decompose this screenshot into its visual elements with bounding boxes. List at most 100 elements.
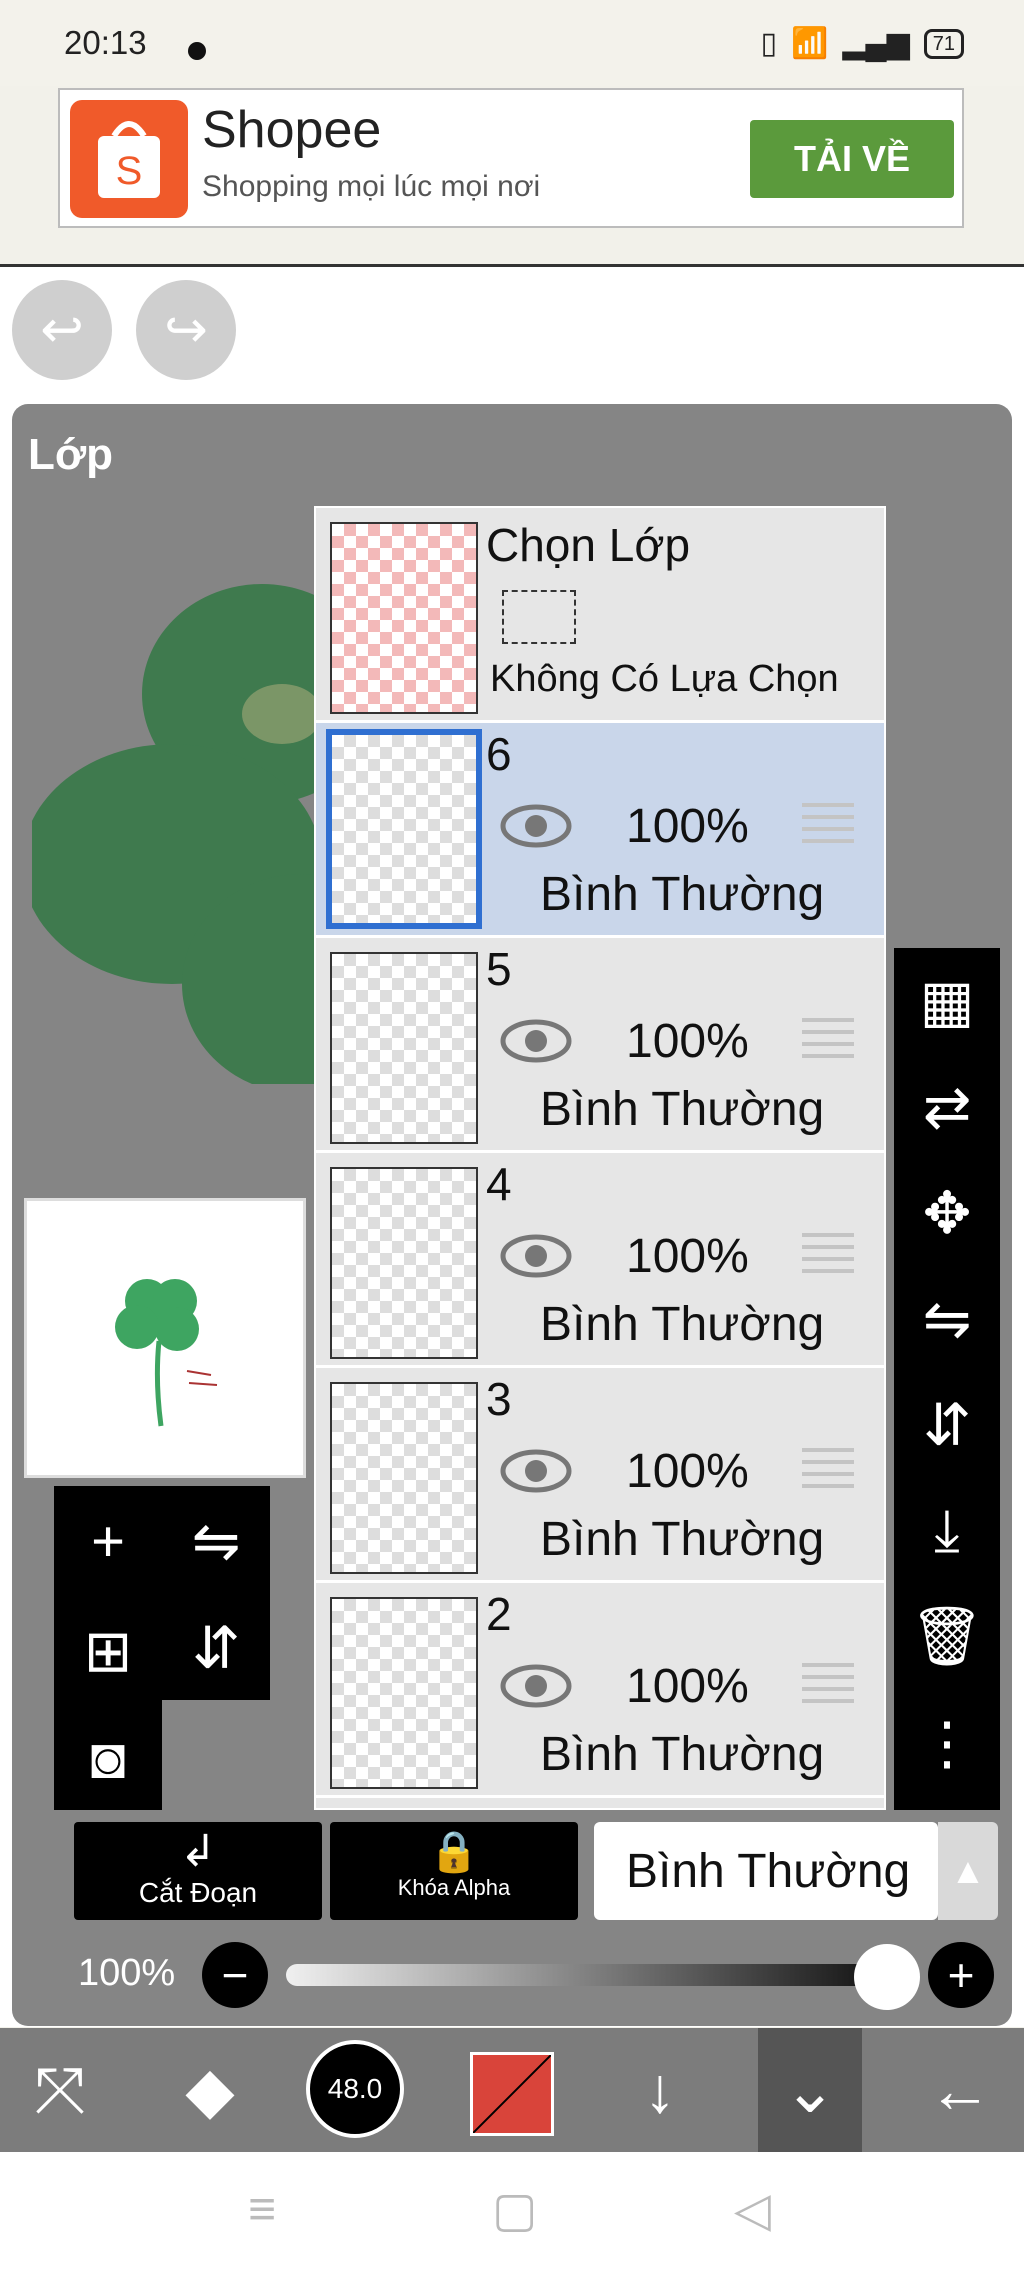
move-button[interactable]: ✥: [894, 1160, 1000, 1266]
checker-icon: ▦: [919, 969, 975, 1034]
layer-row[interactable]: 3 100% Bình Thường: [316, 1368, 884, 1583]
layer-opacity: 100%: [626, 1660, 749, 1713]
layer-row[interactable]: 5 100% Bình Thường: [316, 938, 884, 1153]
collapse-button[interactable]: ⌄: [758, 2028, 862, 2152]
layer-down-button[interactable]: ↓: [600, 2028, 720, 2152]
eraser-button[interactable]: ◆: [150, 2028, 270, 2152]
camera-icon: ◙: [90, 1725, 126, 1791]
blend-mode-arrow[interactable]: ▲: [938, 1822, 998, 1920]
eye-icon[interactable]: [500, 1233, 572, 1279]
undo-icon: ↩: [40, 301, 84, 359]
swap-layer-button[interactable]: ⇄: [894, 1054, 1000, 1160]
alpha-lock-button[interactable]: 🔒 Khóa Alpha: [330, 1822, 578, 1920]
home-nav-icon[interactable]: ▢: [492, 2182, 537, 2238]
layer-number: 6: [486, 728, 512, 780]
opacity-slider[interactable]: [286, 1964, 886, 1986]
layer-opacity: 100%: [626, 1445, 749, 1498]
drag-handle-icon[interactable]: [802, 1663, 854, 1707]
status-icons: ▯ 📶 ▂▄▆ 71: [760, 26, 964, 61]
blend-mode-select[interactable]: Bình Thường: [594, 1822, 938, 1920]
undo-button[interactable]: ↩: [12, 280, 112, 380]
chevron-down-icon: ⌄: [783, 2053, 837, 2126]
layer-blend-mode: Bình Thường: [540, 1083, 825, 1136]
notification-dot: [188, 42, 206, 60]
drag-handle-icon[interactable]: [802, 803, 854, 847]
minus-icon: −: [221, 1949, 249, 2001]
ad-banner[interactable]: S Shopee Shopping mọi lúc mọi nơi TẢI VỀ: [58, 88, 964, 228]
opacity-increase-button[interactable]: +: [928, 1942, 994, 2008]
selection-layer-row[interactable]: Chọn Lớp Không Có Lựa Chọn: [316, 508, 884, 723]
flip-vertical-button[interactable]: ⇵: [162, 1596, 270, 1700]
flip-button[interactable]: ⇋: [894, 1266, 1000, 1372]
eye-icon[interactable]: [500, 1018, 572, 1064]
camera-button[interactable]: ◙: [54, 1706, 162, 1810]
selection-title: Chọn Lớp: [486, 519, 691, 571]
drag-handle-icon[interactable]: [802, 1233, 854, 1277]
trash-icon: 🗑: [910, 1604, 984, 1669]
add-layer-button[interactable]: +: [54, 1486, 162, 1596]
layer-number: 4: [486, 1158, 512, 1210]
alpha-lock-label: Khóa Alpha: [397, 1875, 511, 1900]
opacity-label: 100%: [78, 1952, 176, 1994]
layer-thumbnail: [330, 1167, 478, 1359]
clipping-button[interactable]: ↲ Cắt Đoạn: [74, 1822, 322, 1920]
flip-horizontal-button[interactable]: ⇋: [162, 1486, 270, 1596]
more-icon: ⋮: [918, 1711, 976, 1776]
more-options-button[interactable]: ⋮: [894, 1690, 1000, 1796]
merge-down-button[interactable]: ⤓: [894, 1478, 1000, 1584]
opacity-slider-knob[interactable]: [854, 1944, 920, 2010]
layer-thumbnail: [330, 1597, 478, 1789]
eye-icon[interactable]: [500, 1663, 572, 1709]
arrow-down-icon: ↓: [644, 2054, 676, 2126]
drag-handle-icon[interactable]: [802, 1018, 854, 1062]
transparent-fill-button[interactable]: ▦: [894, 948, 1000, 1054]
layer-blend-mode: Bình Thường: [540, 1298, 825, 1351]
layer-blend-mode: Bình Thường: [540, 1513, 825, 1566]
drag-handle-icon[interactable]: [802, 1448, 854, 1492]
back-nav-icon[interactable]: ◁: [734, 2182, 771, 2238]
plus-icon: +: [947, 1949, 975, 2001]
add-layer-icon: +: [91, 1508, 125, 1574]
move-icon: ✥: [922, 1181, 972, 1246]
vibrate-icon: ▯: [760, 27, 777, 60]
layer-blend-mode: Bình Thường: [540, 868, 825, 921]
svg-text:S: S: [116, 149, 143, 193]
menu-nav-icon[interactable]: ≡: [248, 2182, 276, 2237]
layer-number: 2: [486, 1588, 512, 1640]
back-arrow-icon: ←: [928, 2054, 992, 2126]
shopee-logo: S: [70, 100, 188, 218]
layer-list[interactable]: Chọn Lớp Không Có Lựa Chọn 6 100% Bình T…: [314, 506, 886, 1810]
layer-opacity: 100%: [626, 800, 749, 853]
triangle-up-icon: ▲: [950, 1850, 986, 1891]
opacity-decrease-button[interactable]: −: [202, 1942, 268, 2008]
flip-icon: ⇋: [191, 1509, 241, 1574]
layer-opacity: 100%: [626, 1230, 749, 1283]
copy-layer-icon: ⊞: [83, 1619, 133, 1684]
back-button[interactable]: ←: [900, 2028, 1020, 2152]
signal-icon: ▂▄▆: [842, 27, 910, 60]
tool-swap-button[interactable]: ⤧: [0, 2028, 120, 2152]
layer-row[interactable]: 4 100% Bình Thường: [316, 1153, 884, 1368]
copy-layer-button[interactable]: ⊞: [54, 1596, 162, 1706]
color-swatch[interactable]: [470, 2052, 554, 2136]
brush-size-button[interactable]: 48.0: [306, 2040, 404, 2138]
layer-row[interactable]: 2 100% Bình Thường: [316, 1583, 884, 1798]
rotate-button[interactable]: ⇵: [894, 1372, 1000, 1478]
eraser-icon: ◆: [185, 2053, 235, 2126]
swap-icon: ⇄: [922, 1075, 972, 1140]
layer-thumbnail: [330, 1382, 478, 1574]
layer-row[interactable]: 6 100% Bình Thường: [316, 723, 884, 938]
redo-button[interactable]: ↪: [136, 280, 236, 380]
selection-value: Không Có Lựa Chọn: [490, 658, 839, 700]
lock-icon: 🔒: [429, 1830, 479, 1874]
delete-layer-button[interactable]: 🗑: [894, 1584, 1000, 1690]
panel-title: Lớp: [28, 430, 114, 479]
layer-thumbnail: [330, 952, 478, 1144]
eye-icon[interactable]: [500, 803, 572, 849]
canvas-preview[interactable]: [24, 1198, 306, 1478]
clipping-icon: ↲: [179, 1827, 217, 1876]
ad-title: Shopee: [202, 101, 382, 159]
eye-icon[interactable]: [500, 1448, 572, 1494]
ad-install-button[interactable]: TẢI VỀ: [750, 120, 954, 198]
rotate-icon: ⇵: [922, 1393, 972, 1458]
